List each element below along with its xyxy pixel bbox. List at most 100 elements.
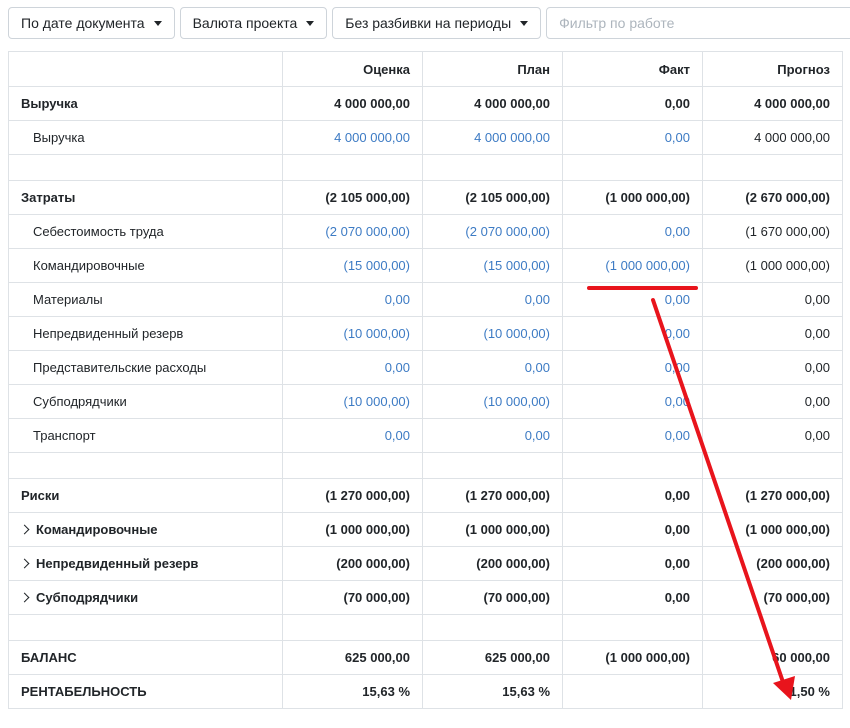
estimate-cell: 15,63 % (282, 674, 423, 709)
risks-group-row: Риски (1 270 000,00) (1 270 000,00) 0,00… (8, 478, 843, 513)
table-row: Субподрядчики (10 000,00) (10 000,00) 0,… (8, 384, 843, 419)
row-label: Командировочные (8, 248, 283, 283)
forecast-cell: 0,00 (702, 282, 843, 317)
plan-cell: (1 270 000,00) (422, 478, 563, 513)
estimate-link[interactable]: 0,00 (282, 418, 423, 453)
row-label: Выручка (8, 86, 283, 121)
row-label: Субподрядчики (36, 590, 139, 605)
row-label: БАЛАНС (8, 640, 283, 675)
fact-link[interactable]: 0,00 (562, 282, 703, 317)
spacer-row (8, 614, 843, 641)
estimate-link[interactable]: 0,00 (282, 282, 423, 317)
estimate-link[interactable]: 4 000 000,00 (282, 120, 423, 155)
fact-link[interactable]: 0,00 (562, 350, 703, 385)
plan-cell: 15,63 % (422, 674, 563, 709)
fact-link[interactable]: 0,00 (562, 384, 703, 419)
fact-link[interactable]: 0,00 (562, 316, 703, 351)
table-row: Материалы 0,00 0,00 0,00 0,00 (8, 282, 843, 317)
column-header-fact[interactable]: Факт (562, 51, 703, 87)
table-row: Командировочные (15 000,00) (15 000,00) … (8, 248, 843, 283)
period-dropdown[interactable]: Без разбивки на периоды (332, 7, 542, 39)
caret-down-icon (306, 20, 315, 26)
estimate-link[interactable]: (2 070 000,00) (282, 214, 423, 249)
plan-cell: 625 000,00 (422, 640, 563, 675)
plan-link[interactable]: (2 070 000,00) (422, 214, 563, 249)
fact-cell: 0,00 (562, 580, 703, 615)
fact-cell: 0,00 (562, 478, 703, 513)
work-filter-input[interactable] (546, 7, 850, 39)
plan-link[interactable]: 0,00 (422, 282, 563, 317)
currency-dropdown[interactable]: Валюта проекта (179, 7, 328, 39)
date-mode-dropdown[interactable]: По дате документа (8, 7, 175, 39)
estimate-cell: 4 000 000,00 (282, 86, 423, 121)
row-label: Транспорт (8, 418, 283, 453)
estimate-link[interactable]: 0,00 (282, 350, 423, 385)
estimate-cell: (1 000 000,00) (282, 512, 423, 547)
row-label: Себестоимость труда (8, 214, 283, 249)
table-row: Выручка 4 000 000,00 4 000 000,00 0,00 4… (8, 120, 843, 155)
plan-link[interactable]: (15 000,00) (422, 248, 563, 283)
forecast-cell: (70 000,00) (702, 580, 843, 615)
expandable-row-label[interactable]: Непредвиденный резерв (8, 546, 283, 581)
budget-table: Оценка План Факт Прогноз Выручка 4 000 0… (8, 51, 843, 709)
plan-link[interactable]: (10 000,00) (422, 384, 563, 419)
fact-cell (562, 674, 703, 709)
estimate-cell: 625 000,00 (282, 640, 423, 675)
period-label: Без разбивки на периоды (345, 15, 512, 31)
forecast-cell: (1 000 000,00) (702, 248, 843, 283)
spacer-row (8, 452, 843, 479)
fact-cell: (1 000 000,00) (562, 640, 703, 675)
estimate-cell: (1 270 000,00) (282, 478, 423, 513)
plan-link[interactable]: 4 000 000,00 (422, 120, 563, 155)
row-label: Риски (8, 478, 283, 513)
forecast-cell: (2 670 000,00) (702, 180, 843, 215)
toolbar: По дате документа Валюта проекта Без раз… (8, 7, 850, 41)
currency-label: Валюта проекта (192, 15, 298, 31)
estimate-link[interactable]: (10 000,00) (282, 316, 423, 351)
expandable-row-label[interactable]: Командировочные (8, 512, 283, 547)
fact-cell: 0,00 (562, 512, 703, 547)
column-header-plan[interactable]: План (422, 51, 563, 87)
plan-link[interactable]: 0,00 (422, 350, 563, 385)
table-row: Себестоимость труда (2 070 000,00) (2 07… (8, 214, 843, 249)
chevron-right-icon[interactable] (19, 558, 30, 569)
caret-down-icon (520, 20, 529, 26)
forecast-cell: (1 270 000,00) (702, 478, 843, 513)
forecast-cell: 0,00 (702, 350, 843, 385)
table-row: Транспорт 0,00 0,00 0,00 0,00 (8, 418, 843, 453)
estimate-cell: (70 000,00) (282, 580, 423, 615)
balance-row: БАЛАНС 625 000,00 625 000,00 (1 000 000,… (8, 640, 843, 675)
column-header-forecast[interactable]: Прогноз (702, 51, 843, 87)
row-label: Непредвиденный резерв (36, 556, 199, 571)
plan-cell: (70 000,00) (422, 580, 563, 615)
revenue-group-row: Выручка 4 000 000,00 4 000 000,00 0,00 4… (8, 86, 843, 121)
chevron-right-icon[interactable] (19, 524, 30, 535)
column-header-estimate[interactable]: Оценка (282, 51, 423, 87)
table-row[interactable]: Командировочные (1 000 000,00) (1 000 00… (8, 512, 843, 547)
forecast-cell: 0,00 (702, 316, 843, 351)
plan-link[interactable]: 0,00 (422, 418, 563, 453)
estimate-link[interactable]: (15 000,00) (282, 248, 423, 283)
forecast-cell: 60 000,00 (702, 640, 843, 675)
forecast-cell: 1,50 % (702, 674, 843, 709)
plan-link[interactable]: (10 000,00) (422, 316, 563, 351)
fact-cell: 0,00 (562, 86, 703, 121)
fact-cell: (1 000 000,00) (562, 180, 703, 215)
fact-link[interactable]: 0,00 (562, 120, 703, 155)
fact-link[interactable]: 0,00 (562, 214, 703, 249)
forecast-cell: 4 000 000,00 (702, 120, 843, 155)
caret-down-icon (153, 20, 162, 26)
fact-link[interactable]: (1 000 000,00) (562, 248, 703, 283)
spacer-row (8, 154, 843, 181)
chevron-right-icon[interactable] (19, 592, 30, 603)
table-header-row: Оценка План Факт Прогноз (8, 51, 843, 87)
table-row[interactable]: Субподрядчики (70 000,00) (70 000,00) 0,… (8, 580, 843, 615)
costs-group-row: Затраты (2 105 000,00) (2 105 000,00) (1… (8, 180, 843, 215)
estimate-link[interactable]: (10 000,00) (282, 384, 423, 419)
fact-link[interactable]: 0,00 (562, 418, 703, 453)
profitability-row: РЕНТАБЕЛЬНОСТЬ 15,63 % 15,63 % 1,50 % (8, 674, 843, 709)
table-row[interactable]: Непредвиденный резерв (200 000,00) (200 … (8, 546, 843, 581)
column-header-name (8, 51, 283, 87)
estimate-cell: (200 000,00) (282, 546, 423, 581)
expandable-row-label[interactable]: Субподрядчики (8, 580, 283, 615)
